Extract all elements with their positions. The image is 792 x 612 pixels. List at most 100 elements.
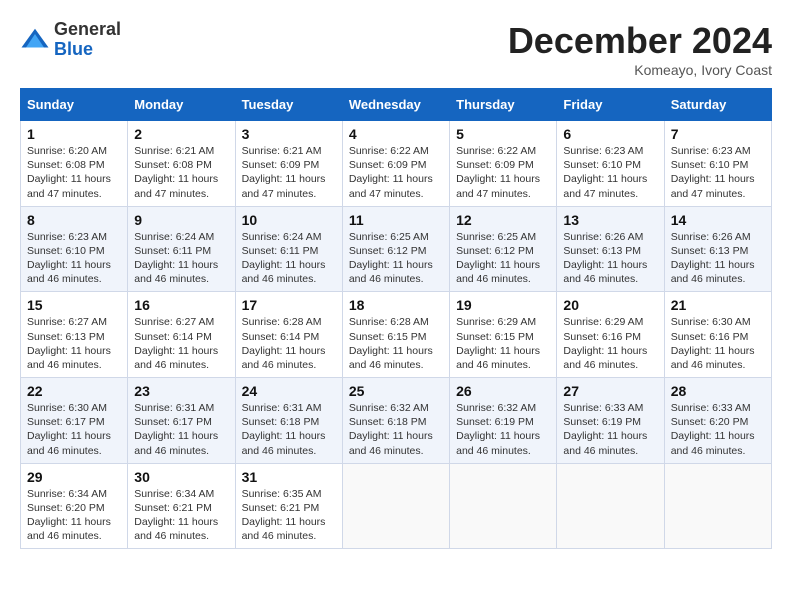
calendar-cell: 31 Sunrise: 6:35 AM Sunset: 6:21 PM Dayl… (235, 463, 342, 549)
day-number: 30 (134, 469, 228, 485)
calendar-cell: 3 Sunrise: 6:21 AM Sunset: 6:09 PM Dayli… (235, 121, 342, 207)
day-info: Sunrise: 6:26 AM Sunset: 6:13 PM Dayligh… (563, 230, 657, 287)
day-number: 18 (349, 297, 443, 313)
day-info: Sunrise: 6:31 AM Sunset: 6:18 PM Dayligh… (242, 401, 336, 458)
day-info: Sunrise: 6:23 AM Sunset: 6:10 PM Dayligh… (563, 144, 657, 201)
logo-icon (20, 25, 50, 55)
calendar-cell: 27 Sunrise: 6:33 AM Sunset: 6:19 PM Dayl… (557, 378, 664, 464)
calendar-cell: 10 Sunrise: 6:24 AM Sunset: 6:11 PM Dayl… (235, 206, 342, 292)
day-number: 26 (456, 383, 550, 399)
logo-text: General Blue (54, 20, 121, 60)
day-info: Sunrise: 6:30 AM Sunset: 6:16 PM Dayligh… (671, 315, 765, 372)
col-thursday: Thursday (450, 89, 557, 121)
day-number: 3 (242, 126, 336, 142)
logo-general: General (54, 20, 121, 40)
calendar-cell: 26 Sunrise: 6:32 AM Sunset: 6:19 PM Dayl… (450, 378, 557, 464)
day-info: Sunrise: 6:26 AM Sunset: 6:13 PM Dayligh… (671, 230, 765, 287)
day-number: 17 (242, 297, 336, 313)
day-info: Sunrise: 6:29 AM Sunset: 6:15 PM Dayligh… (456, 315, 550, 372)
calendar-cell (450, 463, 557, 549)
calendar-week-3: 15 Sunrise: 6:27 AM Sunset: 6:13 PM Dayl… (21, 292, 772, 378)
calendar-cell: 17 Sunrise: 6:28 AM Sunset: 6:14 PM Dayl… (235, 292, 342, 378)
calendar-cell: 29 Sunrise: 6:34 AM Sunset: 6:20 PM Dayl… (21, 463, 128, 549)
col-saturday: Saturday (664, 89, 771, 121)
day-info: Sunrise: 6:22 AM Sunset: 6:09 PM Dayligh… (456, 144, 550, 201)
day-number: 4 (349, 126, 443, 142)
calendar-week-4: 22 Sunrise: 6:30 AM Sunset: 6:17 PM Dayl… (21, 378, 772, 464)
day-info: Sunrise: 6:25 AM Sunset: 6:12 PM Dayligh… (456, 230, 550, 287)
header-row: Sunday Monday Tuesday Wednesday Thursday… (21, 89, 772, 121)
day-info: Sunrise: 6:27 AM Sunset: 6:14 PM Dayligh… (134, 315, 228, 372)
day-info: Sunrise: 6:21 AM Sunset: 6:09 PM Dayligh… (242, 144, 336, 201)
col-friday: Friday (557, 89, 664, 121)
calendar-cell: 9 Sunrise: 6:24 AM Sunset: 6:11 PM Dayli… (128, 206, 235, 292)
day-number: 12 (456, 212, 550, 228)
col-sunday: Sunday (21, 89, 128, 121)
calendar-cell: 30 Sunrise: 6:34 AM Sunset: 6:21 PM Dayl… (128, 463, 235, 549)
logo: General Blue (20, 20, 121, 60)
calendar-cell (342, 463, 449, 549)
location-subtitle: Komeayo, Ivory Coast (508, 62, 772, 78)
day-info: Sunrise: 6:30 AM Sunset: 6:17 PM Dayligh… (27, 401, 121, 458)
day-info: Sunrise: 6:24 AM Sunset: 6:11 PM Dayligh… (242, 230, 336, 287)
calendar-cell: 14 Sunrise: 6:26 AM Sunset: 6:13 PM Dayl… (664, 206, 771, 292)
day-number: 6 (563, 126, 657, 142)
day-info: Sunrise: 6:25 AM Sunset: 6:12 PM Dayligh… (349, 230, 443, 287)
day-number: 22 (27, 383, 121, 399)
calendar-cell: 16 Sunrise: 6:27 AM Sunset: 6:14 PM Dayl… (128, 292, 235, 378)
day-info: Sunrise: 6:29 AM Sunset: 6:16 PM Dayligh… (563, 315, 657, 372)
day-number: 16 (134, 297, 228, 313)
calendar-week-1: 1 Sunrise: 6:20 AM Sunset: 6:08 PM Dayli… (21, 121, 772, 207)
day-info: Sunrise: 6:27 AM Sunset: 6:13 PM Dayligh… (27, 315, 121, 372)
calendar-cell: 12 Sunrise: 6:25 AM Sunset: 6:12 PM Dayl… (450, 206, 557, 292)
day-info: Sunrise: 6:35 AM Sunset: 6:21 PM Dayligh… (242, 487, 336, 544)
calendar-cell: 2 Sunrise: 6:21 AM Sunset: 6:08 PM Dayli… (128, 121, 235, 207)
calendar-cell: 4 Sunrise: 6:22 AM Sunset: 6:09 PM Dayli… (342, 121, 449, 207)
day-info: Sunrise: 6:33 AM Sunset: 6:19 PM Dayligh… (563, 401, 657, 458)
day-info: Sunrise: 6:22 AM Sunset: 6:09 PM Dayligh… (349, 144, 443, 201)
day-info: Sunrise: 6:24 AM Sunset: 6:11 PM Dayligh… (134, 230, 228, 287)
day-info: Sunrise: 6:32 AM Sunset: 6:19 PM Dayligh… (456, 401, 550, 458)
day-number: 27 (563, 383, 657, 399)
day-number: 19 (456, 297, 550, 313)
calendar-cell (664, 463, 771, 549)
day-number: 21 (671, 297, 765, 313)
day-number: 25 (349, 383, 443, 399)
day-info: Sunrise: 6:31 AM Sunset: 6:17 PM Dayligh… (134, 401, 228, 458)
calendar-week-5: 29 Sunrise: 6:34 AM Sunset: 6:20 PM Dayl… (21, 463, 772, 549)
day-number: 29 (27, 469, 121, 485)
calendar-cell: 22 Sunrise: 6:30 AM Sunset: 6:17 PM Dayl… (21, 378, 128, 464)
calendar-cell: 1 Sunrise: 6:20 AM Sunset: 6:08 PM Dayli… (21, 121, 128, 207)
day-info: Sunrise: 6:28 AM Sunset: 6:14 PM Dayligh… (242, 315, 336, 372)
day-number: 24 (242, 383, 336, 399)
day-number: 10 (242, 212, 336, 228)
day-info: Sunrise: 6:34 AM Sunset: 6:20 PM Dayligh… (27, 487, 121, 544)
calendar-cell: 5 Sunrise: 6:22 AM Sunset: 6:09 PM Dayli… (450, 121, 557, 207)
calendar-table: Sunday Monday Tuesday Wednesday Thursday… (20, 88, 772, 549)
logo-blue: Blue (54, 40, 121, 60)
day-number: 9 (134, 212, 228, 228)
day-info: Sunrise: 6:20 AM Sunset: 6:08 PM Dayligh… (27, 144, 121, 201)
day-info: Sunrise: 6:21 AM Sunset: 6:08 PM Dayligh… (134, 144, 228, 201)
day-number: 15 (27, 297, 121, 313)
day-info: Sunrise: 6:34 AM Sunset: 6:21 PM Dayligh… (134, 487, 228, 544)
day-number: 14 (671, 212, 765, 228)
calendar-cell: 21 Sunrise: 6:30 AM Sunset: 6:16 PM Dayl… (664, 292, 771, 378)
day-number: 31 (242, 469, 336, 485)
calendar-cell (557, 463, 664, 549)
month-title: December 2024 (508, 20, 772, 62)
calendar-cell: 6 Sunrise: 6:23 AM Sunset: 6:10 PM Dayli… (557, 121, 664, 207)
day-number: 2 (134, 126, 228, 142)
title-area: December 2024 Komeayo, Ivory Coast (508, 20, 772, 78)
calendar-cell: 28 Sunrise: 6:33 AM Sunset: 6:20 PM Dayl… (664, 378, 771, 464)
calendar-body: 1 Sunrise: 6:20 AM Sunset: 6:08 PM Dayli… (21, 121, 772, 549)
col-monday: Monday (128, 89, 235, 121)
calendar-cell: 20 Sunrise: 6:29 AM Sunset: 6:16 PM Dayl… (557, 292, 664, 378)
calendar-cell: 23 Sunrise: 6:31 AM Sunset: 6:17 PM Dayl… (128, 378, 235, 464)
day-info: Sunrise: 6:33 AM Sunset: 6:20 PM Dayligh… (671, 401, 765, 458)
calendar-cell: 15 Sunrise: 6:27 AM Sunset: 6:13 PM Dayl… (21, 292, 128, 378)
col-tuesday: Tuesday (235, 89, 342, 121)
day-number: 7 (671, 126, 765, 142)
day-info: Sunrise: 6:23 AM Sunset: 6:10 PM Dayligh… (27, 230, 121, 287)
calendar-cell: 13 Sunrise: 6:26 AM Sunset: 6:13 PM Dayl… (557, 206, 664, 292)
